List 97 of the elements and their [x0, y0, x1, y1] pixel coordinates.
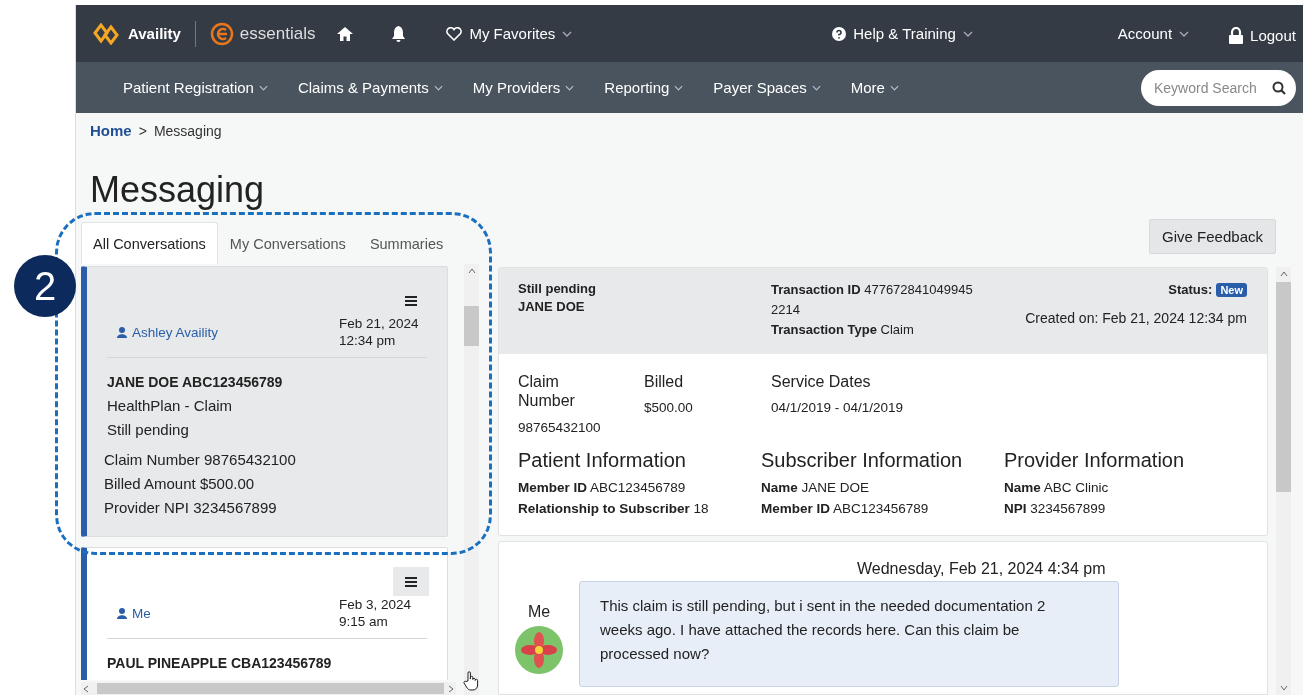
tab[interactable]: All Conversations: [81, 222, 218, 264]
caret-icon: [565, 84, 575, 91]
conversation-line: Still pending: [107, 420, 190, 440]
flower-avatar-icon: [515, 626, 563, 674]
caret-icon: [674, 84, 684, 91]
scroll-left-icon[interactable]: [83, 684, 89, 693]
conversation-card[interactable]: Ashley Availity Feb 21, 2024 12:34 pm JANE DOE ABC123456789 HealthPlan - Claim Still pending Claim Number 98765432100 Billed Amount $500.00 Provider NPI 3234567899: [81, 266, 448, 537]
scroll-thumb[interactable]: [464, 306, 479, 346]
caret-icon: [889, 84, 899, 91]
menu-button[interactable]: [393, 567, 429, 596]
message-time: 12:34 pm: [339, 332, 397, 349]
e-circle-icon: [209, 21, 234, 46]
caret-icon: [258, 84, 268, 91]
info-field: Member ID ABC123456789: [761, 498, 1004, 519]
menu-icon: [405, 576, 417, 587]
summary-label: Billed: [644, 372, 685, 391]
heart-icon: [446, 26, 463, 41]
conversation-line: HealthPlan - Claim: [107, 396, 234, 416]
status-label: Status:: [1168, 281, 1213, 299]
search-icon: [1272, 80, 1286, 95]
tab[interactable]: My Conversations: [217, 222, 358, 264]
transaction-field: Transaction Type Claim: [771, 320, 1001, 340]
info-field: Relationship to Subscriber 18: [518, 498, 761, 519]
summary-value: 04/1/2019 - 04/1/2019: [771, 400, 904, 415]
info-field: Name JANE DOE: [761, 477, 1004, 498]
home-icon[interactable]: [337, 26, 354, 41]
message-date: Feb 3, 2024: [339, 596, 413, 613]
section-title: Provider Information: [1004, 448, 1186, 473]
caret-icon: [811, 84, 821, 91]
lock-icon: [1229, 27, 1244, 44]
breadcrumb-current: Messaging: [153, 122, 222, 139]
message-time: 9:15 am: [339, 613, 389, 630]
help-icon: [832, 26, 847, 41]
author-name: Ashley Availity: [132, 324, 219, 340]
breadcrumb-link[interactable]: Home: [90, 122, 132, 139]
scroll-right-icon[interactable]: [448, 684, 454, 693]
chain-logo-icon: [92, 22, 122, 45]
info-field: Name ABC Clinic: [1004, 477, 1247, 498]
tab[interactable]: Summaries: [357, 222, 456, 264]
account-menu[interactable]: Account: [1117, 25, 1190, 42]
vertical-scrollbar[interactable]: [464, 264, 479, 695]
search-field[interactable]: Keyword Search: [1141, 69, 1296, 106]
caret-icon: [433, 84, 443, 91]
product-name: essentials: [239, 23, 316, 44]
logout-button[interactable]: Logout: [1229, 27, 1296, 44]
caret-icon: [562, 30, 573, 37]
scroll-down-icon[interactable]: [1279, 685, 1288, 691]
step-badge: 2: [14, 255, 76, 317]
section-title: Subscriber Information: [761, 448, 964, 473]
claim-detail: Provider NPI 3234567899: [104, 498, 278, 518]
summary-value: $500.00: [644, 400, 694, 415]
claim-detail: Claim Number 98765432100: [104, 450, 297, 470]
scroll-up-icon[interactable]: [467, 268, 476, 274]
hand-cursor-icon: [463, 671, 479, 691]
status-badge: New: [1216, 283, 1247, 297]
scroll-thumb[interactable]: [97, 683, 444, 694]
caret-icon: [1179, 30, 1190, 37]
horizontal-scrollbar[interactable]: [81, 682, 456, 695]
menu-icon: [405, 295, 417, 306]
summary-label: Claim Number: [518, 372, 576, 410]
conversation-title: JANE DOE ABC123456789: [107, 373, 284, 392]
conversation-card[interactable]: Me Feb 3, 2024 9:15 am PAUL PINEAPPLE CBA123456789: [81, 547, 448, 680]
claim-detail: Billed Amount $500.00: [104, 474, 256, 494]
message-date: Feb 21, 2024: [339, 315, 420, 332]
nav-menu[interactable]: Payer Spaces: [713, 79, 821, 96]
nav-menu[interactable]: My Providers: [472, 79, 575, 96]
scroll-thumb[interactable]: [1276, 282, 1291, 492]
summary-value: 98765432100: [518, 420, 602, 435]
section-title: Patient Information: [518, 448, 687, 473]
vertical-scrollbar[interactable]: [1276, 267, 1291, 695]
info-field: NPI 3234567899: [1004, 498, 1247, 519]
author-name: Me: [132, 605, 151, 621]
brand-name: Availity: [128, 25, 181, 42]
created-date: Created on: Feb 21, 2024 12:34 pm: [1025, 309, 1247, 328]
transaction-field: Transaction ID 477672841049945 2214: [771, 280, 1001, 320]
nav-menu[interactable]: Reporting: [604, 79, 684, 96]
nav-menu[interactable]: Patient Registration: [123, 79, 268, 96]
caret-icon: [962, 30, 973, 37]
bell-icon[interactable]: [391, 25, 407, 42]
breadcrumb-separator: >: [138, 122, 147, 139]
scroll-up-icon[interactable]: [1279, 271, 1288, 277]
give-feedback-button[interactable]: Give Feedback: [1149, 219, 1276, 254]
user-icon: [117, 607, 127, 619]
user-icon: [117, 326, 127, 338]
page-title: Messaging: [90, 170, 266, 210]
message-bubble: This claim is still pending, but i sent in the needed documentation 2 weeks ago. I have attached the records here. Can this claim be processed now?: [579, 581, 1119, 687]
sender-name: Me: [527, 603, 551, 621]
favorites-menu[interactable]: My Favorites: [446, 25, 573, 42]
nav-menu[interactable]: Claims & Payments: [297, 79, 443, 96]
help-menu[interactable]: Help & Training: [832, 25, 973, 42]
summary-label: Service Dates: [771, 372, 872, 391]
claim-status-text: Still pending: [518, 280, 597, 298]
nav-menu[interactable]: More: [850, 79, 899, 96]
conversation-title: PAUL PINEAPPLE CBA123456789: [107, 654, 333, 673]
info-field: Member ID ABC123456789: [518, 477, 761, 498]
message-timestamp: Wednesday, Feb 21, 2024 4:34 pm: [857, 560, 1106, 578]
patient-name: JANE DOE: [518, 298, 586, 316]
